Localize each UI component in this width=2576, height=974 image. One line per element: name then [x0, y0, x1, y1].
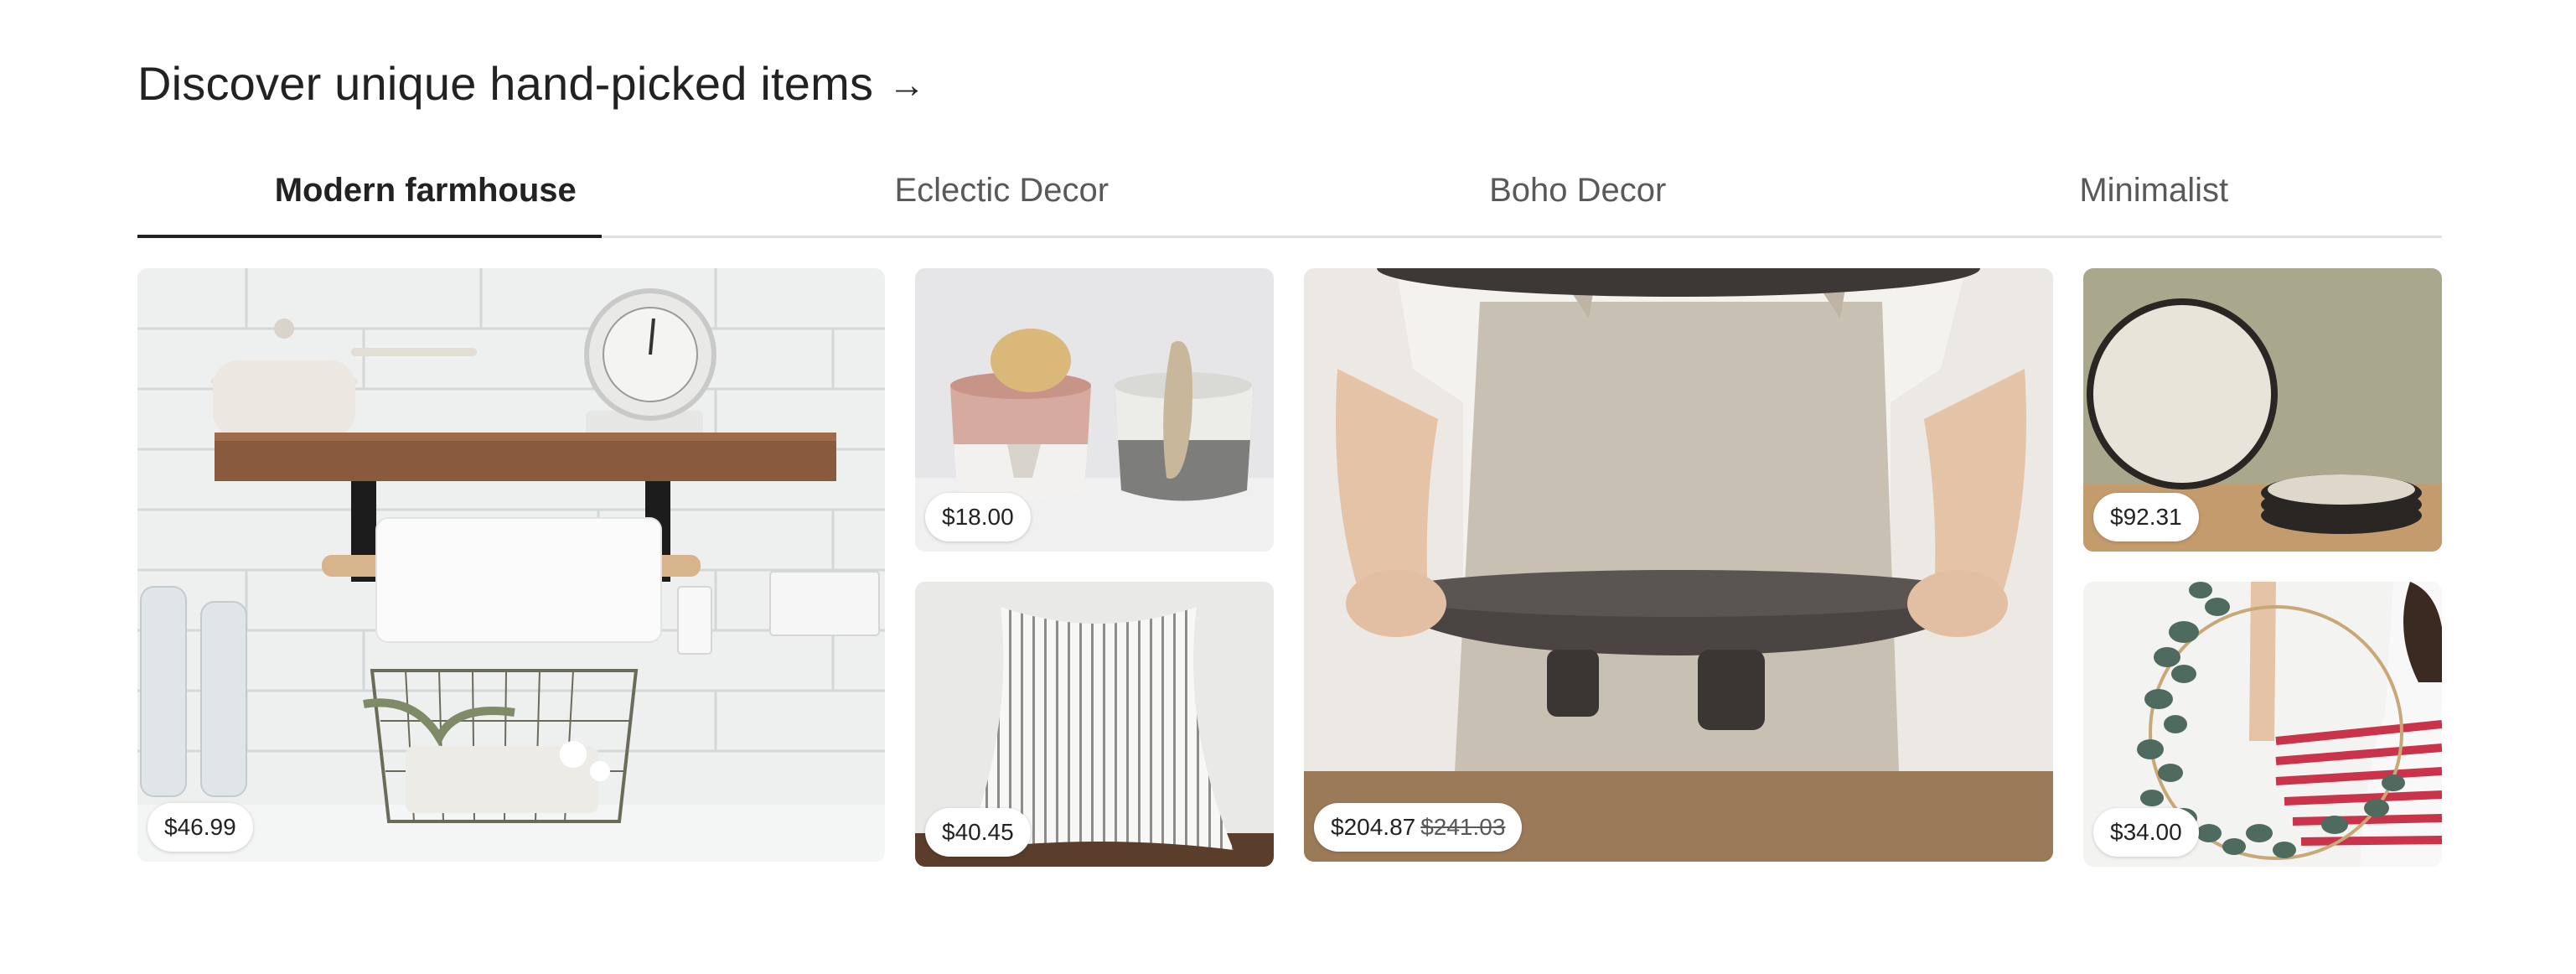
arrow-right-icon: → [888, 65, 926, 106]
price: $204.87 [1331, 814, 1416, 840]
price-badge: $204.87 $241.03 [1314, 803, 1523, 852]
product-card-sponge-holder[interactable]: $18.00 [915, 268, 1274, 552]
product-card-kitchen-shelf[interactable]: $46.99 [137, 268, 885, 862]
product-card-striped-pillow[interactable]: $40.45 [915, 582, 1274, 867]
price-badge: $40.45 [925, 808, 1031, 857]
price: $40.45 [942, 819, 1014, 845]
tab-label: Minimalist [2079, 172, 2229, 209]
tab-label: Modern farmhouse [274, 172, 577, 209]
tab-label: Eclectic Decor [894, 172, 1110, 209]
kitchen-shelf-image [137, 268, 885, 862]
price-badge: $92.31 [2093, 493, 2199, 541]
price-badge: $18.00 [925, 493, 1031, 541]
price: $46.99 [164, 814, 236, 840]
category-tabs: Modern farmhouse Eclectic Decor Boho Dec… [137, 151, 2442, 238]
price: $92.31 [2110, 504, 2182, 530]
price-badge: $34.00 [2093, 808, 2199, 857]
tab-label: Boho Decor [1489, 172, 1667, 209]
product-card-ceramic-plates[interactable]: $92.31 [2083, 268, 2442, 552]
section-heading-link[interactable]: Discover unique hand-picked items → [137, 50, 925, 117]
tab-modern-farmhouse[interactable]: Modern farmhouse [137, 151, 714, 238]
tab-minimalist[interactable]: Minimalist [1866, 151, 2443, 236]
tab-eclectic-decor[interactable]: Eclectic Decor [714, 151, 1291, 236]
original-price: $241.03 [1420, 814, 1506, 840]
product-card-eucalyptus-wreath[interactable]: $34.00 [2083, 582, 2442, 867]
price: $34.00 [2110, 819, 2182, 845]
product-card-ceramic-tray[interactable]: $204.87 $241.03 [1304, 268, 2053, 862]
price: $18.00 [942, 504, 1014, 530]
tab-boho-decor[interactable]: Boho Decor [1290, 151, 1866, 236]
price-badge: $46.99 [147, 803, 253, 852]
ceramic-tray-image [1304, 268, 2053, 862]
section-title: Discover unique hand-picked items [137, 57, 874, 110]
